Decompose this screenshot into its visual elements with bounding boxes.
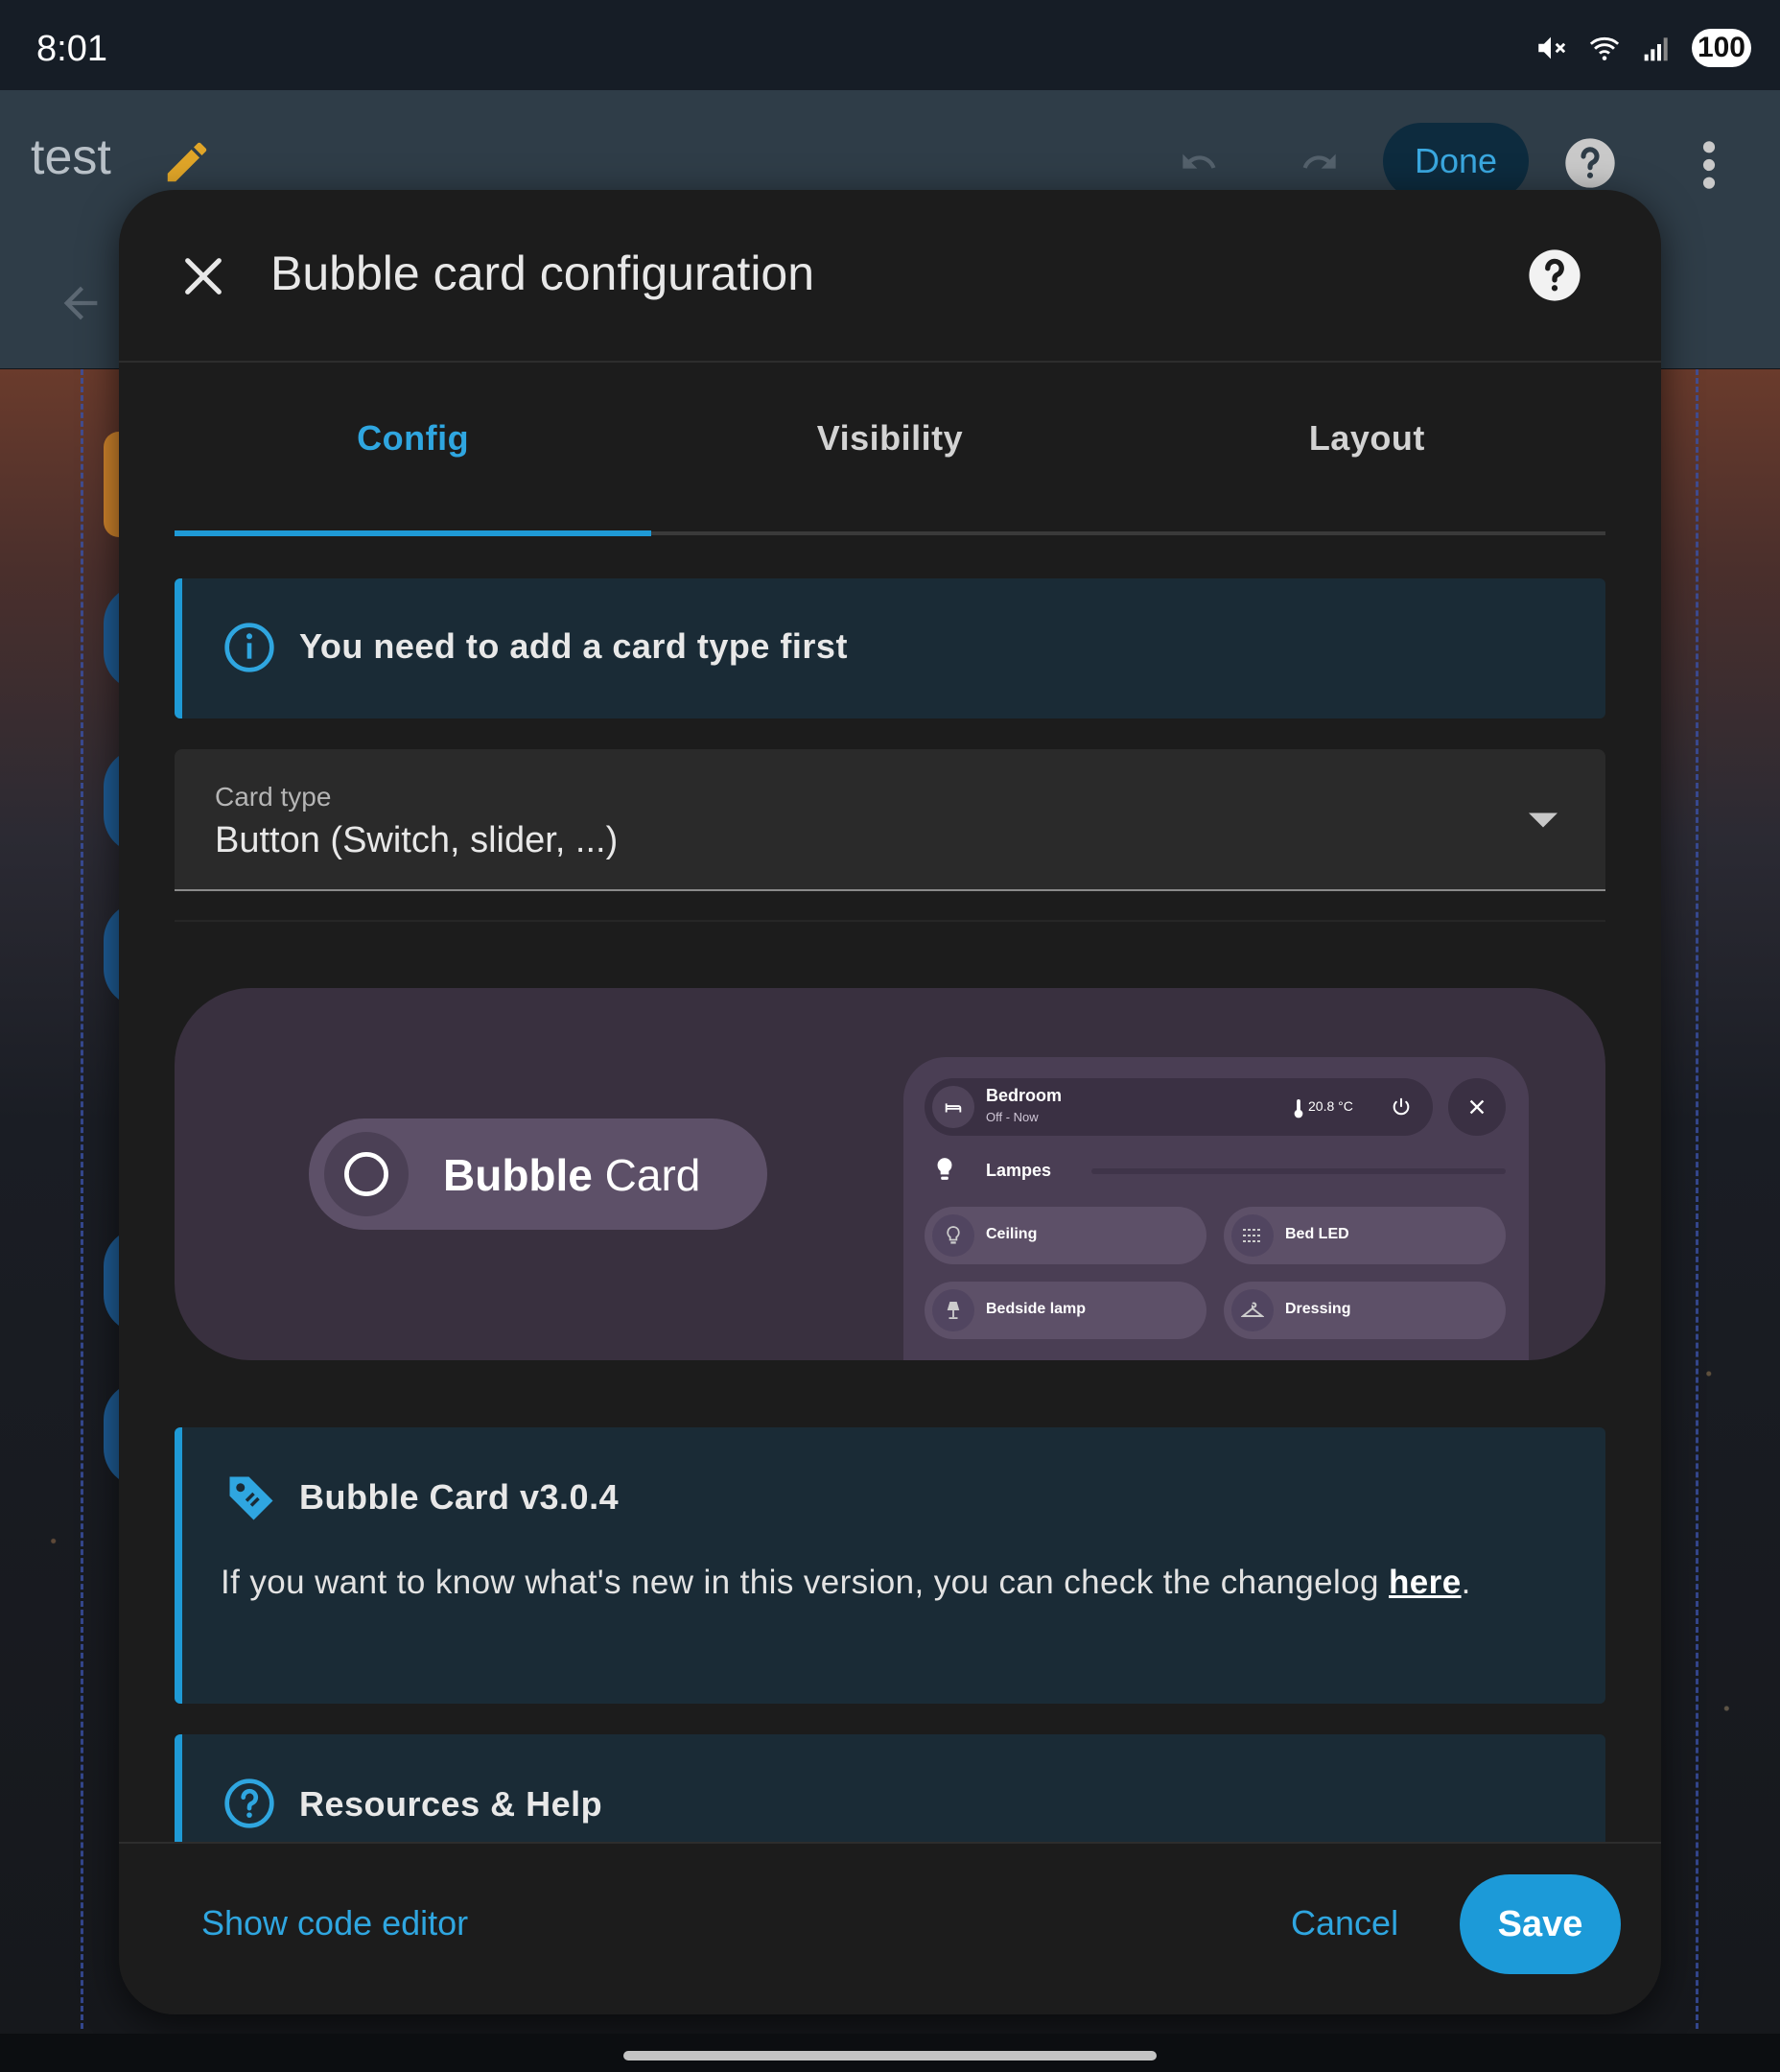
mock-lampes-label: Lampes	[986, 1161, 1052, 1180]
preview-popup-mock: Bedroom Off - Now 20.8 °C Lampes Ceiling…	[903, 1057, 1529, 1360]
help-icon[interactable]	[1527, 247, 1582, 303]
status-bar: 8:01 100	[0, 0, 1780, 90]
circle-icon	[324, 1132, 409, 1216]
tab-layout[interactable]: Layout	[1129, 411, 1605, 470]
help-circle-icon	[224, 1778, 274, 1828]
layout-guide	[81, 369, 83, 2029]
active-tab-indicator	[175, 530, 651, 536]
version-alert: Bubble Card v3.0.4 If you want to know w…	[175, 1427, 1605, 1704]
preview-button-text: Bubble Card	[443, 1150, 701, 1200]
mock-pill-label: Bed LED	[1285, 1226, 1349, 1242]
pencil-icon[interactable]	[161, 136, 213, 188]
done-button[interactable]: Done	[1383, 123, 1529, 200]
card-type-alert: You need to add a card type first	[175, 578, 1605, 718]
dropdown-arrow-icon	[1529, 812, 1558, 828]
select-label: Card type	[215, 782, 332, 812]
card-preview: Bubble Card Bedroom Off - Now 20.8 °C La…	[175, 988, 1605, 1360]
tab-visibility[interactable]: Visibility	[651, 411, 1128, 470]
mock-pill: Bed LED	[1224, 1207, 1506, 1264]
mock-room-status: Off - Now	[986, 1110, 1039, 1124]
mock-pill: Ceiling	[925, 1207, 1206, 1264]
bed-icon	[932, 1086, 974, 1128]
mock-temperature: 20.8 °C	[1308, 1098, 1353, 1114]
info-icon	[224, 623, 274, 672]
version-body: If you want to know what's new in this v…	[221, 1564, 1471, 1601]
changelog-link[interactable]: here	[1389, 1564, 1462, 1601]
mock-pill-label: Ceiling	[986, 1226, 1038, 1242]
hanger-icon	[1231, 1289, 1274, 1331]
signal-icon	[1644, 37, 1668, 61]
mock-pill: Dressing	[1224, 1282, 1506, 1339]
home-gesture-handle[interactable]	[623, 2051, 1157, 2060]
status-time: 8:01	[36, 29, 107, 69]
preview-bubble-button: Bubble Card	[309, 1118, 767, 1230]
thermometer-icon	[1294, 1099, 1303, 1118]
mute-icon	[1538, 36, 1566, 59]
mock-pill-label: Dressing	[1285, 1301, 1351, 1317]
lamp-icon	[932, 1289, 974, 1331]
help-icon[interactable]	[1563, 136, 1617, 190]
dialog-header: Bubble card configuration	[119, 190, 1661, 363]
save-button[interactable]: Save	[1460, 1874, 1621, 1974]
led-strip-icon	[1231, 1214, 1274, 1257]
mock-pill: Bedside lamp	[925, 1282, 1206, 1339]
mock-slider	[1091, 1168, 1506, 1174]
wifi-icon	[1589, 36, 1620, 60]
tag-icon	[229, 1476, 273, 1520]
status-icons: 100	[1534, 29, 1751, 67]
alert-title: You need to add a card type first	[299, 626, 848, 666]
bulb-outline-icon	[932, 1214, 974, 1257]
dialog-title: Bubble card configuration	[270, 247, 815, 300]
arrow-back-icon[interactable]	[56, 278, 105, 328]
mock-room-name: Bedroom	[986, 1086, 1063, 1105]
dialog-footer: Show code editor Cancel Save	[119, 1842, 1661, 2014]
select-value: Button (Switch, slider, ...)	[215, 820, 619, 860]
more-vert-icon[interactable]	[1698, 138, 1721, 192]
redo-icon[interactable]	[1293, 143, 1347, 181]
tab-bar: Config Visibility Layout	[175, 411, 1605, 470]
divider	[175, 920, 1605, 922]
alert-title: Bubble Card v3.0.4	[299, 1477, 620, 1517]
show-code-editor-button[interactable]: Show code editor	[201, 1903, 468, 1943]
mock-header: Bedroom Off - Now 20.8 °C	[925, 1078, 1433, 1136]
cancel-button[interactable]: Cancel	[1291, 1903, 1398, 1943]
mock-pill-label: Bedside lamp	[986, 1301, 1087, 1317]
close-icon	[1448, 1078, 1506, 1136]
bulb-icon	[937, 1158, 952, 1180]
card-type-select[interactable]: Card type Button (Switch, slider, ...)	[175, 749, 1605, 891]
power-icon	[1393, 1097, 1410, 1116]
close-icon[interactable]	[176, 249, 230, 303]
alert-title: Resources & Help	[299, 1784, 603, 1824]
undo-icon[interactable]	[1172, 143, 1226, 181]
card-config-dialog: Bubble card configuration Config Visibil…	[119, 190, 1661, 2014]
tab-config[interactable]: Config	[175, 411, 651, 470]
system-nav-bar	[0, 2034, 1780, 2072]
battery-indicator: 100	[1691, 29, 1751, 67]
dashboard-title: test	[31, 130, 111, 185]
layout-guide	[1696, 369, 1698, 2029]
